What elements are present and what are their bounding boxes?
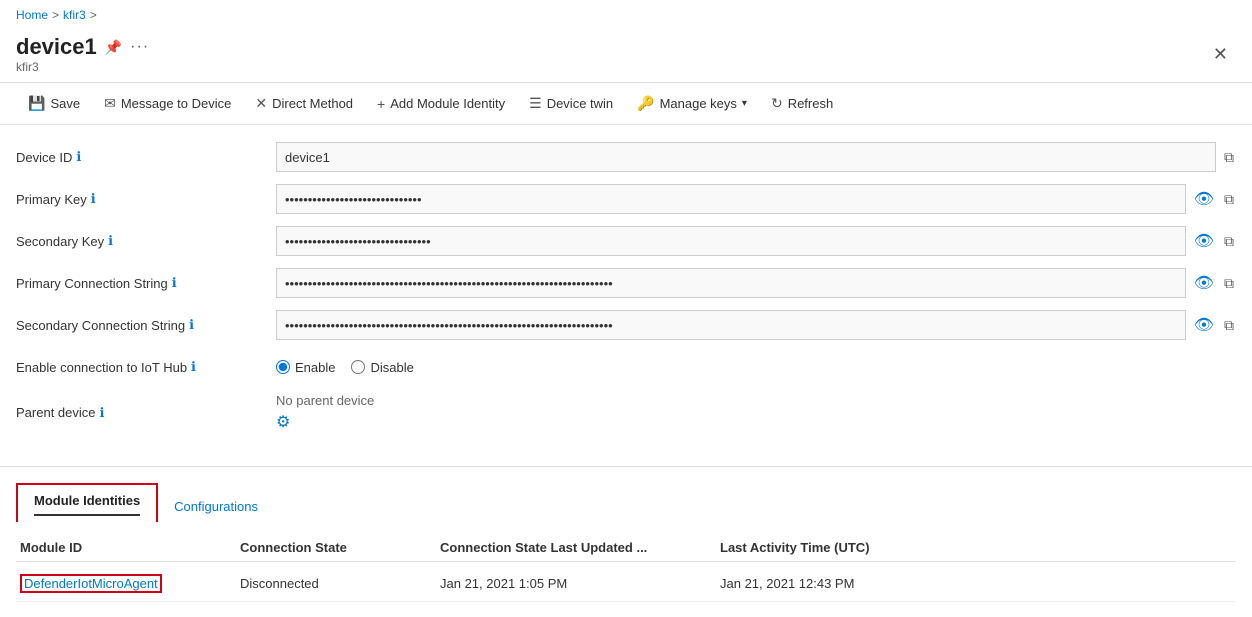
enable-disable-radio-group: Enable Disable — [276, 360, 414, 375]
primary-key-copy-icon[interactable]: ⧉ — [1222, 189, 1236, 210]
col-connection-state: Connection State — [236, 540, 436, 555]
enable-radio-label[interactable]: Enable — [276, 360, 335, 375]
parent-device-info-icon[interactable]: ℹ — [100, 405, 105, 421]
refresh-icon: ↻ — [771, 95, 783, 112]
tab-configurations[interactable]: Configurations — [158, 491, 274, 522]
disable-radio-label[interactable]: Disable — [351, 360, 413, 375]
table-section: Module ID Connection State Connection St… — [0, 522, 1252, 614]
secondary-key-row: Secondary Key ℹ 👁 ⧉ — [16, 225, 1236, 257]
device-id-label: Device ID ℹ — [16, 149, 276, 165]
manage-keys-button[interactable]: 🔑 Manage keys ▾ — [625, 89, 759, 118]
primary-conn-info-icon[interactable]: ℹ — [172, 275, 177, 291]
primary-key-label: Primary Key ℹ — [16, 191, 276, 207]
module-id-link[interactable]: DefenderIotMicroAgent — [20, 574, 162, 593]
page-header: device1 📌 ··· kfir3 ✕ — [0, 30, 1252, 82]
primary-conn-copy-icon[interactable]: ⧉ — [1222, 273, 1236, 294]
primary-key-eye-icon[interactable]: 👁 — [1192, 187, 1216, 211]
secondary-conn-input[interactable] — [276, 310, 1186, 340]
close-button[interactable]: ✕ — [1205, 44, 1236, 65]
secondary-conn-control: 👁 ⧉ — [276, 310, 1236, 340]
secondary-conn-info-icon[interactable]: ℹ — [189, 317, 194, 333]
last-activity-cell: Jan 21, 2021 12:43 PM — [716, 576, 1236, 591]
page-title: device1 — [16, 34, 97, 60]
add-module-identity-button[interactable]: + Add Module Identity — [365, 90, 517, 118]
message-icon: ✉ — [104, 95, 116, 112]
breadcrumb: Home > kfir3 > — [0, 0, 1252, 30]
col-module-id: Module ID — [16, 540, 236, 555]
direct-method-icon: ✕ — [255, 95, 267, 112]
tabs: Module Identities Configurations — [16, 483, 1236, 522]
enable-connection-label: Enable connection to IoT Hub ℹ — [16, 359, 276, 375]
secondary-key-info-icon[interactable]: ℹ — [108, 233, 113, 249]
save-button[interactable]: 💾 Save — [16, 89, 92, 118]
device-id-info-icon[interactable]: ℹ — [76, 149, 81, 165]
primary-key-input[interactable] — [276, 184, 1186, 214]
message-to-device-button[interactable]: ✉ Message to Device — [92, 89, 243, 118]
last-updated-cell: Jan 21, 2021 1:05 PM — [436, 576, 716, 591]
primary-conn-eye-icon[interactable]: 👁 — [1192, 271, 1216, 295]
device-id-copy-icon[interactable]: ⧉ — [1222, 147, 1236, 168]
col-last-activity: Last Activity Time (UTC) — [716, 540, 1236, 555]
breadcrumb-home[interactable]: Home — [16, 8, 48, 22]
device-twin-button[interactable]: ☰ Device twin — [517, 89, 625, 118]
breadcrumb-kfir3[interactable]: kfir3 — [63, 8, 86, 22]
device-id-row: Device ID ℹ ⧉ — [16, 141, 1236, 173]
table-row: DefenderIotMicroAgent Disconnected Jan 2… — [16, 566, 1236, 602]
enable-connection-info-icon[interactable]: ℹ — [191, 359, 196, 375]
breadcrumb-sep2: > — [90, 8, 97, 22]
secondary-conn-eye-icon[interactable]: 👁 — [1192, 313, 1216, 337]
pin-icon[interactable]: 📌 — [105, 39, 122, 56]
manage-keys-icon: 🔑 — [637, 95, 654, 112]
secondary-connection-string-label: Secondary Connection String ℹ — [16, 317, 276, 333]
primary-connection-string-row: Primary Connection String ℹ 👁 ⧉ — [16, 267, 1236, 299]
secondary-key-input[interactable] — [276, 226, 1186, 256]
parent-device-area: No parent device ⚙ — [276, 393, 374, 432]
form-area: Device ID ℹ ⧉ Primary Key ℹ 👁 ⧉ Secon — [0, 141, 1252, 442]
col-last-updated: Connection State Last Updated ... — [436, 540, 716, 555]
enable-connection-row: Enable connection to IoT Hub ℹ Enable Di… — [16, 351, 1236, 383]
form-content: Device ID ℹ ⧉ Primary Key ℹ 👁 ⧉ Secon — [0, 125, 1252, 458]
secondary-connection-string-row: Secondary Connection String ℹ 👁 ⧉ — [16, 309, 1236, 341]
refresh-button[interactable]: ↻ Refresh — [759, 89, 845, 118]
parent-device-label: Parent device ℹ — [16, 405, 276, 421]
enable-radio[interactable] — [276, 360, 290, 374]
tabs-section: Module Identities Configurations — [0, 466, 1252, 522]
direct-method-button[interactable]: ✕ Direct Method — [243, 89, 365, 118]
device-id-control: ⧉ — [276, 142, 1236, 172]
parent-device-row: Parent device ℹ No parent device ⚙ — [16, 393, 1236, 432]
parent-device-gear-icon[interactable]: ⚙ — [276, 412, 374, 432]
add-icon: + — [377, 96, 385, 112]
secondary-conn-copy-icon[interactable]: ⧉ — [1222, 315, 1236, 336]
secondary-key-copy-icon[interactable]: ⧉ — [1222, 231, 1236, 252]
primary-connection-string-label: Primary Connection String ℹ — [16, 275, 276, 291]
tab-module-identities[interactable]: Module Identities — [16, 483, 158, 522]
secondary-key-label: Secondary Key ℹ — [16, 233, 276, 249]
module-id-cell: DefenderIotMicroAgent — [16, 574, 236, 593]
device-id-input[interactable] — [276, 142, 1216, 172]
breadcrumb-sep1: > — [52, 8, 59, 22]
enable-connection-control: Enable Disable — [276, 360, 1236, 375]
parent-device-value: No parent device — [276, 393, 374, 408]
secondary-key-control: 👁 ⧉ — [276, 226, 1236, 256]
table-header: Module ID Connection State Connection St… — [16, 534, 1236, 562]
device-twin-icon: ☰ — [529, 95, 542, 112]
manage-keys-chevron-icon: ▾ — [742, 98, 747, 109]
toolbar: 💾 Save ✉ Message to Device ✕ Direct Meth… — [0, 82, 1252, 125]
save-icon: 💾 — [28, 95, 45, 112]
primary-key-info-icon[interactable]: ℹ — [91, 191, 96, 207]
connection-state-cell: Disconnected — [236, 576, 436, 591]
primary-key-row: Primary Key ℹ 👁 ⧉ — [16, 183, 1236, 215]
primary-key-control: 👁 ⧉ — [276, 184, 1236, 214]
page-subtitle: kfir3 — [16, 60, 149, 74]
more-options-icon[interactable]: ··· — [130, 38, 149, 56]
disable-radio[interactable] — [351, 360, 365, 374]
parent-device-control: No parent device ⚙ — [276, 393, 1236, 432]
primary-conn-input[interactable] — [276, 268, 1186, 298]
secondary-key-eye-icon[interactable]: 👁 — [1192, 229, 1216, 253]
primary-conn-control: 👁 ⧉ — [276, 268, 1236, 298]
